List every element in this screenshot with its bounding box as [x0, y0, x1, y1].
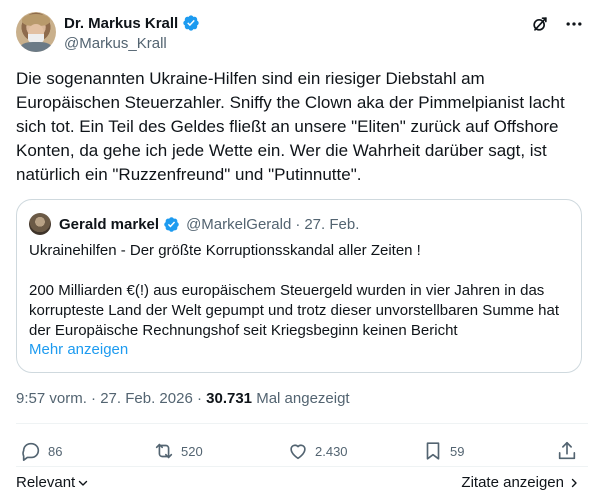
author-display-name[interactable]: Dr. Markus Krall [64, 15, 178, 32]
author-name-row: Dr. Markus Krall [64, 14, 200, 32]
verified-badge-icon [164, 216, 179, 232]
quoted-tweet-card[interactable]: Gerald markel @MarkelGerald · 27. Feb. U… [16, 199, 582, 373]
repost-button[interactable]: 520 [153, 440, 203, 462]
view-quotes-link[interactable]: Zitate anzeigen [461, 474, 580, 491]
quoted-author-name: Gerald markel [59, 215, 160, 233]
like-button[interactable]: 2.430 [287, 440, 348, 462]
sort-replies-dropdown[interactable]: Relevant [16, 474, 89, 491]
author-avatar[interactable] [16, 12, 56, 52]
quoted-author-handle: @MarkelGerald [186, 215, 292, 233]
heart-icon [290, 444, 306, 460]
quoted-line-2: 200 Milliarden €(!) aus europäischem Ste… [29, 282, 560, 339]
quotes-label: Zitate anzeigen [461, 474, 564, 491]
quoted-author-avatar [29, 213, 51, 235]
tweet-meta: 9:57 vorm. · 27. Feb. 2026 · 30.731 Mal … [16, 390, 350, 407]
chevron-down-icon [79, 480, 88, 486]
quoted-separator: · [295, 215, 301, 233]
tweet-actions-bar: 86 520 2.430 59 [16, 440, 584, 464]
tweet-body-text: Die sogenannten Ukraine-Hilfen sind ein … [16, 69, 565, 184]
sort-label: Relevant [16, 474, 76, 491]
views-label: Mal angezeigt [256, 390, 350, 407]
like-count: 2.430 [315, 443, 348, 459]
reply-icon [22, 442, 40, 461]
chevron-right-icon [571, 478, 577, 487]
tweet-time[interactable]: 9:57 vorm. [16, 390, 87, 407]
show-more-link[interactable]: Mehr anzeigen [29, 341, 128, 358]
views-count: 30.731 [206, 390, 253, 407]
quoted-line-1: Ukrainehilfen - Der größte Korruptionssk… [29, 242, 421, 259]
bookmark-icon [426, 442, 440, 460]
verified-badge-icon [183, 15, 199, 31]
repost-icon [155, 443, 173, 459]
grok-icon[interactable] [530, 14, 550, 34]
divider [16, 466, 588, 467]
author-handle[interactable]: @Markus_Krall [64, 35, 167, 52]
tweet-date[interactable]: 27. Feb. 2026 [100, 390, 193, 407]
bookmark-button[interactable]: 59 [422, 440, 464, 462]
bookmark-count: 59 [450, 443, 465, 459]
quoted-tweet-header: Gerald markel @MarkelGerald · 27. Feb. [29, 213, 359, 235]
tweet-header: Dr. Markus Krall @Markus_Krall [16, 10, 588, 58]
quoted-date: 27. Feb. [304, 215, 360, 233]
meta-separator: · [91, 390, 97, 407]
share-icon [558, 441, 576, 460]
reply-button[interactable]: 86 [20, 440, 62, 462]
share-button[interactable] [556, 440, 578, 462]
reply-count: 86 [48, 443, 63, 459]
quoted-tweet-body: Ukrainehilfen - Der größte Korruptionssk… [29, 241, 573, 341]
divider [16, 423, 588, 424]
header-actions [530, 14, 584, 34]
meta-separator-2: · [196, 390, 202, 407]
repost-count: 520 [181, 443, 203, 459]
more-options-icon[interactable] [564, 14, 584, 34]
